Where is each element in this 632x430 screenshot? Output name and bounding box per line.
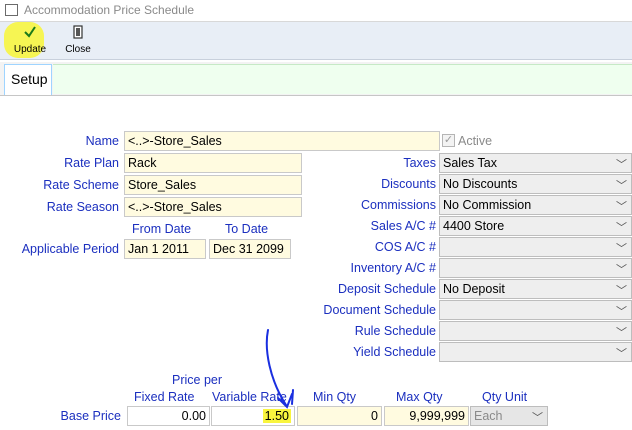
cos-ac-label: COS A/C #	[374, 240, 436, 254]
commissions-value: No Commission	[443, 198, 532, 212]
update-label: Update	[13, 44, 47, 55]
max-qty-input[interactable]: 9,999,999	[384, 406, 469, 426]
qty-unit-header: Qty Unit	[482, 390, 528, 404]
inventory-ac-label: Inventory A/C #	[350, 261, 436, 275]
rule-schedule-label: Rule Schedule	[354, 324, 436, 338]
min-qty-input[interactable]: 0	[297, 406, 382, 426]
yield-schedule-select[interactable]: ﹀	[439, 342, 632, 362]
active-checkbox[interactable]: ✓	[442, 134, 455, 147]
taxes-value: Sales Tax	[443, 156, 497, 170]
chevron-down-icon: ﹀	[616, 264, 627, 276]
chevron-down-icon: ﹀	[616, 285, 627, 297]
inventory-ac-select[interactable]: ﹀	[439, 258, 632, 278]
sales-ac-label: Sales A/C #	[370, 219, 436, 233]
close-label: Close	[65, 44, 91, 55]
sales-ac-select[interactable]: 4400 Store ﹀	[439, 216, 632, 236]
check-icon	[10, 24, 50, 44]
door-icon	[62, 24, 94, 44]
qty-unit-value: Each	[474, 409, 503, 423]
variable-rate-header: Variable Rate	[212, 390, 287, 404]
deposit-schedule-value: No Deposit	[443, 282, 505, 296]
qty-unit-select[interactable]: Each ﹀	[470, 406, 548, 426]
name-label: Name	[85, 134, 119, 148]
rate-season-label: Rate Season	[46, 200, 119, 214]
yield-schedule-label: Yield Schedule	[353, 345, 436, 359]
chevron-down-icon: ﹀	[616, 222, 627, 234]
taxes-label: Taxes	[403, 156, 436, 170]
fixed-rate-header: Fixed Rate	[134, 390, 195, 404]
to-date-input[interactable]: Dec 31 2099	[209, 239, 291, 259]
rate-scheme-input[interactable]: Store_Sales	[124, 175, 302, 195]
rule-schedule-select[interactable]: ﹀	[439, 321, 632, 341]
discounts-value: No Discounts	[443, 177, 518, 191]
chevron-down-icon: ﹀	[616, 348, 627, 360]
from-date-label: From Date	[132, 222, 192, 236]
chevron-down-icon: ﹀	[616, 327, 627, 339]
active-label: Active	[458, 134, 493, 148]
deposit-schedule-label: Deposit Schedule	[338, 282, 436, 296]
toolbar	[0, 22, 632, 60]
rate-season-input[interactable]: <..>-Store_Sales	[124, 197, 302, 217]
window-title: Accommodation Price Schedule	[24, 3, 195, 17]
discounts-select[interactable]: No Discounts ﹀	[439, 174, 632, 194]
taxes-select[interactable]: Sales Tax ﹀	[439, 153, 632, 173]
rate-scheme-label: Rate Scheme	[43, 178, 119, 192]
rate-plan-input[interactable]: Rack	[124, 153, 302, 173]
update-button[interactable]: Update	[10, 24, 50, 55]
commissions-select[interactable]: No Commission ﹀	[439, 195, 632, 215]
title-bar: Accommodation Price Schedule	[0, 0, 632, 22]
discounts-label: Discounts	[381, 177, 436, 191]
chevron-down-icon: ﹀	[616, 306, 627, 318]
min-qty-header: Min Qty	[313, 390, 357, 404]
to-date-label: To Date	[225, 222, 269, 236]
from-date-input[interactable]: Jan 1 2011	[124, 239, 206, 259]
chevron-down-icon: ﹀	[616, 159, 627, 171]
max-qty-header: Max Qty	[396, 390, 443, 404]
base-price-label: Base Price	[60, 409, 121, 423]
tab-setup[interactable]: Setup	[4, 64, 52, 95]
chevron-down-icon: ﹀	[616, 243, 627, 255]
rate-plan-label: Rate Plan	[64, 156, 119, 170]
close-button[interactable]: Close	[62, 24, 94, 55]
document-schedule-select[interactable]: ﹀	[439, 300, 632, 320]
applicable-period-label: Applicable Period	[21, 242, 119, 256]
price-per-label: Price per	[172, 373, 223, 387]
chevron-down-icon: ﹀	[532, 412, 543, 424]
document-schedule-label: Document Schedule	[323, 303, 436, 317]
variable-rate-input[interactable]: 1.50	[211, 406, 295, 426]
chevron-down-icon: ﹀	[616, 201, 627, 213]
variable-rate-value: 1.50	[262, 409, 291, 423]
cos-ac-select[interactable]: ﹀	[439, 237, 632, 257]
commissions-label: Commissions	[360, 198, 436, 212]
name-input[interactable]: <..>-Store_Sales	[124, 131, 440, 151]
deposit-schedule-select[interactable]: No Deposit ﹀	[439, 279, 632, 299]
fixed-rate-input[interactable]: 0.00	[127, 406, 210, 426]
sales-ac-value: 4400 Store	[443, 219, 505, 233]
window-icon	[5, 4, 18, 16]
chevron-down-icon: ﹀	[616, 180, 627, 192]
tab-strip-filler	[53, 64, 632, 94]
